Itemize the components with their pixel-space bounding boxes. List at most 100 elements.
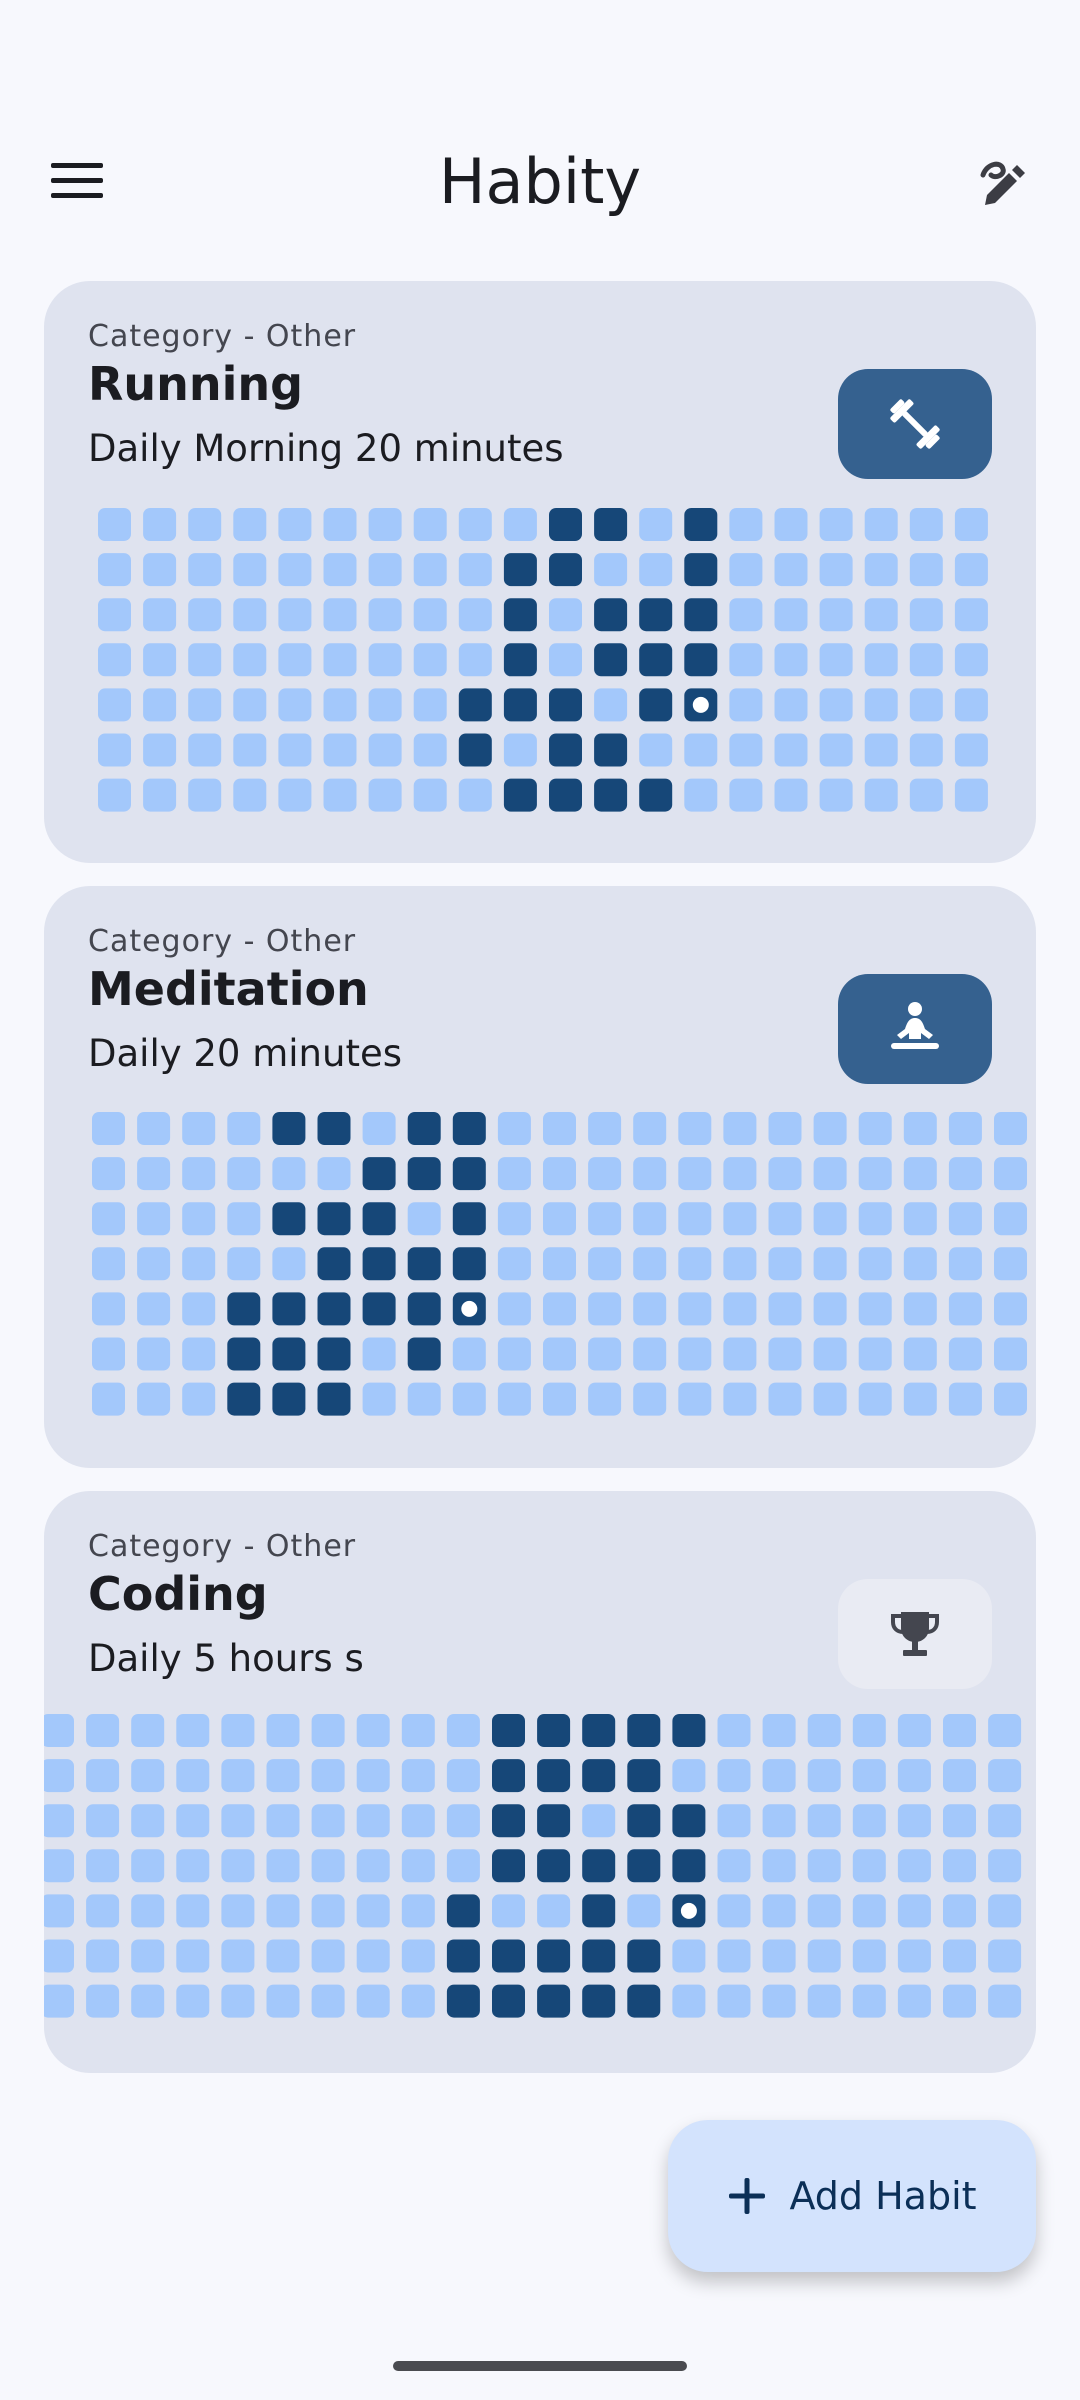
heatmap-cell: [98, 553, 131, 587]
heatmap-cell: [943, 1804, 976, 1838]
heatmap-cell: [362, 1157, 396, 1191]
heatmap-cell: [633, 1247, 667, 1281]
heatmap-cell: [356, 1939, 390, 1973]
habit-card-running[interactable]: Category - Other Running Daily Morning 2…: [44, 281, 1036, 863]
heatmap-cell: [182, 1337, 216, 1371]
heatmap-cell: [323, 598, 357, 632]
heatmap-cell: [143, 778, 177, 812]
heatmap-cell: [852, 1894, 886, 1928]
heatmap-cell: [458, 598, 492, 632]
heatmap-cell: [137, 1112, 171, 1145]
heatmap-cell: [452, 1202, 486, 1236]
heatmap-cell: [627, 1759, 661, 1793]
heatmap-cell: [413, 643, 447, 677]
heatmap-cell: [44, 1804, 74, 1838]
heatmap-cell: [717, 1894, 751, 1928]
heatmap-cell: [311, 1804, 345, 1838]
heatmap-cell: [909, 553, 943, 587]
heatmap-cell: [684, 778, 718, 812]
heatmap-cell: [768, 1247, 802, 1281]
heatmap-cell: [413, 778, 447, 812]
heatmap-cell: [672, 1759, 706, 1793]
heatmap-cell: [452, 1112, 486, 1145]
heatmap-cell: [446, 1939, 480, 1973]
heatmap-cell: [678, 1292, 712, 1326]
heatmap-cell: [356, 1804, 390, 1838]
heatmap-cell: [543, 1337, 576, 1371]
heatmap-cell: [233, 688, 267, 722]
heatmap-cell: [86, 1849, 120, 1883]
heatmap-cell: [137, 1157, 171, 1191]
heatmap-cell: [639, 553, 673, 587]
heatmap-cell: [582, 1849, 616, 1883]
habit-heatmap-grid: [92, 1112, 1027, 1416]
heatmap-cell: [768, 1157, 802, 1191]
heatmap-cell: [588, 1337, 622, 1371]
heatmap-cell: [954, 598, 988, 632]
heatmap-cell: [774, 598, 808, 632]
heatmap-cell: [317, 1247, 351, 1281]
heatmap-cell: [994, 1247, 1027, 1281]
heatmap-cell: [954, 643, 988, 677]
heatmap-cell: [413, 688, 447, 722]
heatmap-cell: [362, 1382, 396, 1416]
heatmap-cell: [86, 1714, 120, 1747]
heatmap-cell: [819, 508, 853, 541]
edit-button[interactable]: [966, 148, 1040, 218]
heatmap-cell: [672, 1804, 706, 1838]
heatmap-cell: [458, 688, 492, 722]
heatmap-cell: [672, 1849, 706, 1883]
heatmap-cell: [813, 1382, 847, 1416]
heatmap-cell: [768, 1112, 802, 1145]
heatmap-cell: [92, 1112, 125, 1145]
page-title: Habity: [438, 145, 642, 218]
heatmap-cell: [266, 1714, 300, 1747]
heatmap-cell: [176, 1759, 210, 1793]
heatmap-cell: [233, 778, 267, 812]
heatmap-cell: [537, 1984, 571, 2018]
heatmap-cell: [368, 598, 402, 632]
heatmap-cell: [537, 1804, 571, 1838]
heatmap-cell: [717, 1939, 751, 1973]
heatmap-cell: [819, 598, 853, 632]
add-habit-button[interactable]: Add Habit: [668, 2120, 1036, 2272]
heatmap-cell: [323, 553, 357, 587]
heatmap-cell: [588, 1202, 622, 1236]
heatmap-cell: [311, 1849, 345, 1883]
heatmap-cell: [762, 1849, 796, 1883]
today-marker-dot: [680, 1902, 697, 1919]
heatmap-cell: [221, 1759, 255, 1793]
heatmap-cell: [452, 1337, 486, 1371]
heatmap-cell: [492, 1849, 525, 1883]
heatmap-cell: [633, 1202, 667, 1236]
add-habit-label: Add Habit: [789, 2174, 977, 2218]
heatmap-cell: [278, 778, 312, 812]
heatmap-cell: [537, 1849, 571, 1883]
heatmap-cell: [909, 688, 943, 722]
heatmap-cell: [401, 1939, 435, 1973]
heatmap-cell: [994, 1337, 1027, 1371]
heatmap-cell: [537, 1894, 571, 1928]
heatmap-cell: [813, 1112, 847, 1145]
heatmap-cell: [368, 553, 402, 587]
heatmap-cell: [227, 1337, 261, 1371]
heatmap-cell: [356, 1894, 390, 1928]
heatmap-cell: [633, 1337, 667, 1371]
heatmap-cell: [543, 1157, 576, 1191]
heatmap-cell: [582, 1759, 616, 1793]
habit-card-meditation[interactable]: Category - Other Meditation Daily 20 min…: [44, 886, 1036, 1468]
heatmap-cell: [988, 1804, 1022, 1838]
heatmap-cell: [266, 1759, 300, 1793]
heatmap-cell: [948, 1247, 982, 1281]
heatmap-cell: [864, 643, 898, 677]
heatmap-cell: [594, 688, 628, 722]
heatmap-cell: [588, 1292, 622, 1326]
heatmap-cell: [356, 1984, 390, 2018]
heatmap-cell: [497, 1292, 531, 1326]
heatmap-cell: [452, 1247, 486, 1281]
heatmap-cell: [188, 553, 222, 587]
heatmap-cell: [852, 1984, 886, 2018]
habit-card-coding[interactable]: Category - Other Coding Daily 5 hours s: [44, 1491, 1036, 2073]
heatmap-cell: [323, 688, 357, 722]
heatmap-cell: [948, 1382, 982, 1416]
